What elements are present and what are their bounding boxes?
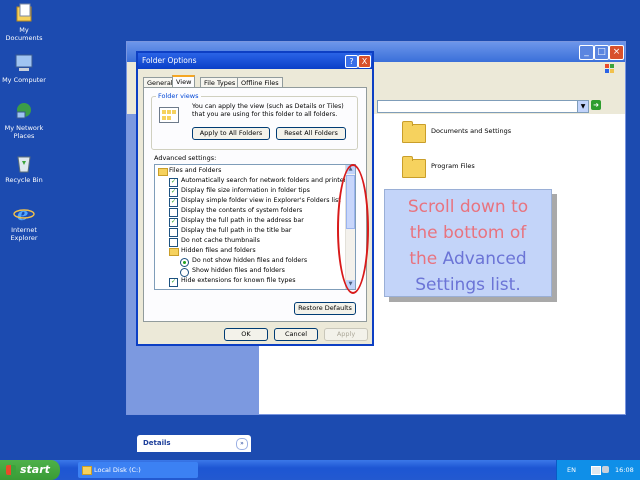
dialog-title: Folder Options [142,56,197,65]
folder-icon [158,168,168,176]
desktop-icon-my-computer[interactable]: My Computer [0,52,48,84]
apply-button[interactable]: Apply [324,328,368,341]
list-item-label: Do not show hidden files and folders [192,257,308,264]
list-item-label: Display the contents of system folders [181,207,303,214]
dialog-title-bar: Folder Options ? X [138,53,372,69]
callout-line-3: the Advanced [385,246,551,272]
go-button[interactable]: ➜ [591,99,619,112]
list-item-label: Hide extensions for known file types [181,277,296,284]
view-tab-page: Folder views You can apply the view (suc… [143,87,367,322]
annotation-circle [337,164,369,294]
callout-line-4: Settings list. [415,275,521,295]
recycle-bin-icon [13,152,35,174]
desktop-icon-network-places[interactable]: My Network Places [0,100,48,140]
checkbox-unchecked[interactable] [169,208,178,217]
checkbox-unchecked[interactable] [169,238,178,247]
apply-to-all-folders-button[interactable]: Apply to All Folders [192,127,270,140]
svg-text:e: e [17,204,28,224]
system-tray: EN 16:08 [556,460,640,480]
checkbox-checked[interactable]: ✓ [169,198,178,207]
callout-line-2: the bottom of [409,223,527,243]
internet-explorer-icon: e [13,202,35,225]
list-item-label: Do not cache thumbnails [181,237,260,244]
desktop-icon-internet-explorer[interactable]: e Internet Explorer [0,202,48,242]
help-button[interactable]: ? [345,55,358,68]
desktop-icon-label: Internet Explorer [10,226,38,242]
folder-views-icon [159,107,179,123]
desktop-icon-label: My Documents [5,26,43,42]
desktop-icon-recycle-bin[interactable]: Recycle Bin [0,152,48,184]
folder-icon [402,121,426,143]
folder-views-group: Folder views You can apply the view (suc… [151,92,358,150]
checkbox-unchecked[interactable] [169,228,178,237]
list-item-label: Show hidden files and folders [192,267,285,274]
folder-views-description: You can apply the view (such as Details … [192,103,344,118]
details-panel-header[interactable]: Details » [137,435,251,452]
windows-flag-icon [6,465,16,475]
expand-chevron-icon[interactable]: » [236,438,248,450]
clock: 16:08 [615,466,634,474]
list-item-label: Display the full path in the address bar [181,217,304,224]
taskbar-item-label: Local Disk (C:) [94,466,141,474]
chevron-down-icon[interactable]: ▼ [577,100,589,113]
list-item-label: Display the full path in the title bar [181,227,292,234]
restore-defaults-button[interactable]: Restore Defaults [294,302,356,315]
checkbox-checked[interactable]: ✓ [169,178,178,187]
close-button[interactable]: X [358,55,371,68]
folder-label: Documents and Settings [431,127,512,135]
radio-selected[interactable] [180,258,189,267]
taskbar-item-local-disk[interactable]: Local Disk (C:) [78,462,198,478]
maximize-button[interactable]: □ [594,45,609,60]
callout-highlight: Advanced [442,249,527,269]
folder-icon [402,156,426,178]
reset-all-folders-button[interactable]: Reset All Folders [276,127,346,140]
folder-views-legend: Folder views [156,92,201,100]
checkbox-checked[interactable]: ✓ [169,278,178,287]
volume-tray-icon[interactable] [602,466,609,473]
folder-icon [82,466,92,475]
taskbar: start Local Disk (C:) EN 16:08 [0,460,640,480]
checkbox-checked[interactable]: ✓ [169,188,178,197]
network-tray-icon[interactable] [591,466,601,475]
callout-line-1: Scroll down to [407,197,529,217]
minimize-button[interactable]: _ [579,45,594,60]
windows-logo-icon [603,62,617,76]
my-documents-icon [13,2,35,24]
start-button[interactable]: start [0,460,60,480]
language-indicator[interactable]: EN [567,460,576,480]
network-places-icon [13,100,35,122]
details-label: Details [143,439,171,447]
tutorial-callout: Scroll down to the bottom of the Advance… [384,189,552,297]
ok-button[interactable]: OK [224,328,268,341]
go-arrow-icon: ➜ [591,100,601,110]
close-button[interactable]: × [609,45,624,60]
start-label: start [20,463,50,476]
callout-text: the [409,249,443,269]
desktop-icon-label: Recycle Bin [5,176,43,184]
advanced-settings-list[interactable]: Files and Folders ✓ Automatically search… [154,164,356,290]
desktop-icon-label: My Computer [2,76,46,84]
checkbox-checked[interactable]: ✓ [169,218,178,227]
list-item-label: Hidden files and folders [181,247,256,254]
folder-label: Program Files [431,162,475,170]
desktop-icon-my-documents[interactable]: My Documents [0,2,48,42]
list-item-label: Display simple folder view in Explorer's… [181,197,341,204]
cancel-button[interactable]: Cancel [274,328,318,341]
my-computer-icon [13,52,35,74]
list-item-label: Files and Folders [169,167,222,174]
address-input[interactable] [377,100,584,113]
advanced-settings-label: Advanced settings: [154,154,217,162]
list-item-label: Automatically search for network folders… [181,177,350,184]
desktop-icon-label: My Network Places [4,124,44,140]
folder-icon [169,248,179,256]
list-item-label: Display file size information in folder … [181,187,310,194]
